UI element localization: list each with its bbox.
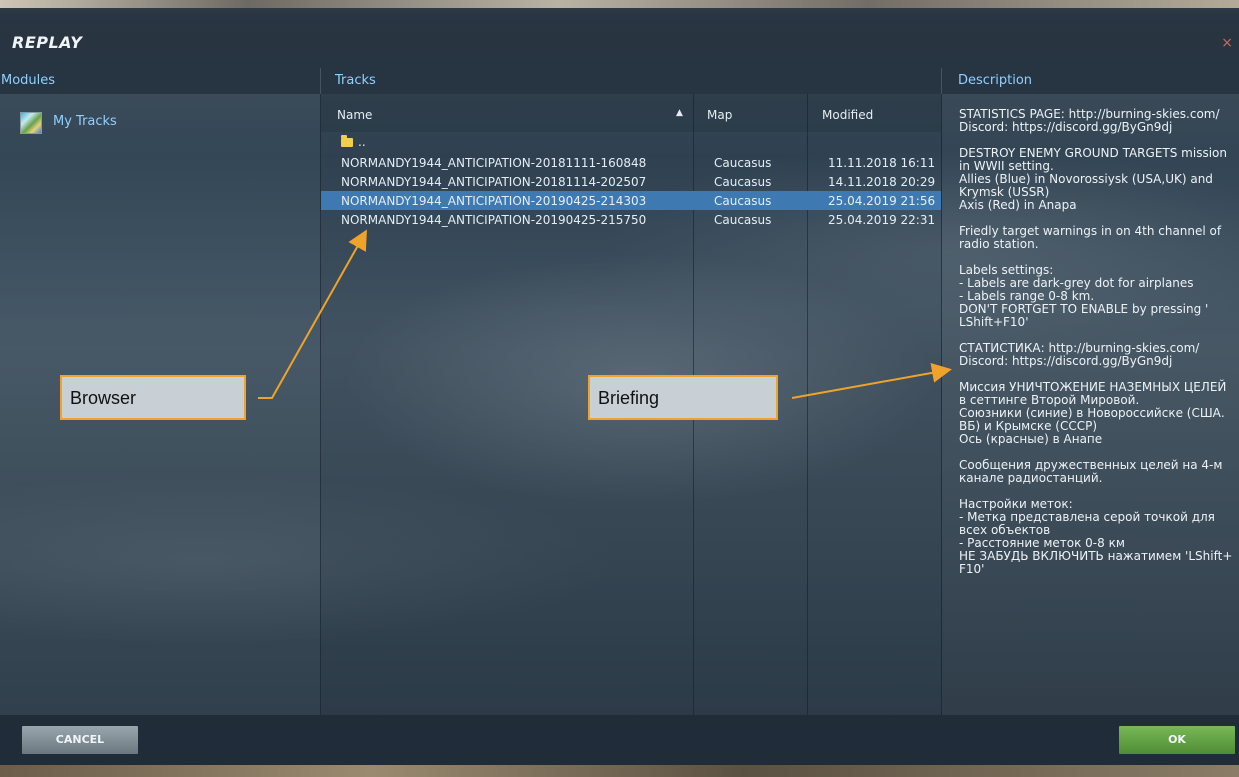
parent-folder-row[interactable]: .. (321, 134, 941, 153)
track-modified: 25.04.2019 21:56 (828, 194, 936, 208)
footer-bar: CANCEL OK (0, 715, 1239, 765)
folder-icon (341, 135, 353, 147)
description-header-label: Description (958, 73, 1033, 88)
track-name: NORMANDY1944_ANTICIPATION-20190425-21575… (341, 213, 647, 227)
track-map: Caucasus (714, 175, 772, 189)
browser-callout: Browser (60, 375, 246, 420)
briefing-callout: Briefing (588, 375, 778, 420)
tracks-header-label: Tracks (335, 73, 376, 88)
tracks-header: Tracks (321, 68, 941, 94)
track-map: Caucasus (714, 194, 772, 208)
parent-folder-label: .. (358, 135, 366, 149)
track-map: Caucasus (714, 213, 772, 227)
track-modified: 11.11.2018 16:11 (828, 156, 936, 170)
bottom-background-strip (0, 765, 1239, 777)
description-header: Description (942, 68, 1239, 94)
module-label: My Tracks (53, 114, 117, 129)
modules-header-label: Modules (1, 73, 56, 88)
column-header-modified[interactable]: Modified (822, 108, 873, 122)
track-row[interactable]: NORMANDY1944_ANTICIPATION-20181114-20250… (321, 172, 941, 191)
track-name: NORMANDY1944_ANTICIPATION-20190425-21430… (341, 194, 647, 208)
title-bar: REPLAY × (0, 8, 1239, 68)
track-name: NORMANDY1944_ANTICIPATION-20181111-16084… (341, 156, 647, 170)
sort-ascending-icon: ▲ (676, 108, 683, 118)
column-header-name[interactable]: Name (337, 108, 372, 122)
ok-button[interactable]: OK (1119, 726, 1235, 754)
dialog-title: REPLAY (12, 33, 83, 52)
my-tracks-icon (20, 112, 42, 134)
modules-header: Modules (0, 68, 320, 94)
track-row[interactable]: NORMANDY1944_ANTICIPATION-20190425-21575… (321, 210, 941, 229)
track-map: Caucasus (714, 156, 772, 170)
top-background-strip (0, 0, 1239, 8)
module-item-my-tracks[interactable]: My Tracks (0, 94, 320, 148)
tracks-grid-header: Name ▲ Map Modified (321, 94, 941, 132)
track-modified: 14.11.2018 20:29 (828, 175, 936, 189)
cancel-button[interactable]: CANCEL (22, 726, 138, 754)
description-panel: STATISTICS PAGE: http://burning-skies.co… (942, 94, 1239, 715)
column-header-map[interactable]: Map (707, 108, 732, 122)
description-text: STATISTICS PAGE: http://burning-skies.co… (959, 107, 1233, 576)
close-icon[interactable]: × (1221, 35, 1233, 51)
track-modified: 25.04.2019 22:31 (828, 213, 936, 227)
track-name: NORMANDY1944_ANTICIPATION-20181114-20250… (341, 175, 647, 189)
track-row[interactable]: NORMANDY1944_ANTICIPATION-20190425-21430… (321, 191, 941, 210)
track-row[interactable]: NORMANDY1944_ANTICIPATION-20181111-16084… (321, 153, 941, 172)
